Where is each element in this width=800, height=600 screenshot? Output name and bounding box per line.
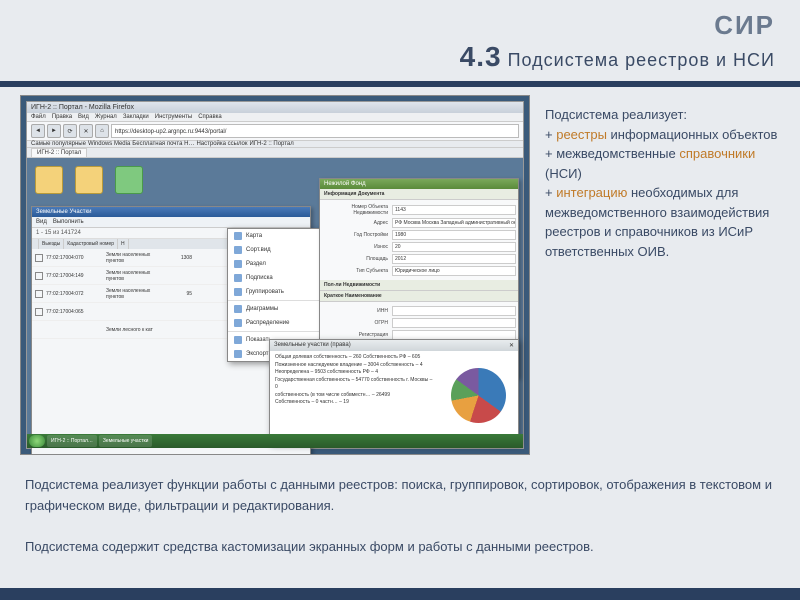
ctx-map[interactable]: Карта (228, 229, 326, 243)
close-icon[interactable]: ✕ (509, 342, 514, 349)
ctx-section[interactable]: Раздел (228, 257, 326, 271)
ctx-subscribe[interactable]: Подписка (228, 271, 326, 285)
form-section: Краткое Наименование (320, 291, 518, 302)
taskbar-item[interactable]: Земельные участки (99, 435, 153, 447)
bell-icon (234, 274, 242, 282)
form-field[interactable]: 1143 (392, 205, 516, 215)
window-title: ИГН-2 :: Портал - Mozilla Firefox (27, 102, 523, 113)
checkbox[interactable] (35, 290, 43, 298)
reload-button[interactable]: ⟳ (63, 124, 77, 138)
form-section: Информация Документа (320, 189, 518, 200)
side-text: Подсистема реализует: + реестры информац… (545, 95, 780, 455)
ctx-charts[interactable]: Диаграммы (228, 302, 326, 316)
footer-text: Подсистема реализует функции работы с да… (0, 455, 800, 578)
folder-icon[interactable] (35, 166, 63, 194)
group-icon (234, 288, 242, 296)
sort-icon (234, 246, 242, 254)
back-button[interactable]: ◄ (31, 124, 45, 138)
form-field[interactable]: 1980 (392, 230, 516, 240)
fwd-button[interactable]: ► (47, 124, 61, 138)
chart-title-bar: Земельные участки (права) ✕ (270, 340, 518, 351)
form-field[interactable]: Юридическое лицо (392, 266, 516, 276)
browser-window: ИГН-2 :: Портал - Mozilla Firefox Файл П… (26, 101, 524, 449)
desktop-icons (35, 166, 143, 194)
checkbox[interactable] (35, 272, 43, 280)
taskbar: ИГН-2 :: Портал… Земельные участки (27, 434, 523, 448)
eye-icon (234, 336, 242, 344)
form-field[interactable] (392, 318, 516, 328)
browser-nav: ◄ ► ⟳ ✕ ⌂ https://desktop-up2.argnpc.ru:… (27, 122, 523, 141)
form-field[interactable]: 20 (392, 242, 516, 252)
export-icon (234, 350, 242, 358)
section-title: 4.3 Подсистема реестров и НСИ (25, 41, 775, 73)
divider-bar (0, 81, 800, 87)
form-field[interactable]: 2012 (392, 254, 516, 264)
bottom-bar (0, 588, 800, 600)
tabs-bar: ИГН-2 :: Портал (27, 148, 523, 158)
active-tab[interactable]: ИГН-2 :: Портал (31, 148, 87, 157)
form-section: Пол-ли Недвижимости (320, 280, 518, 291)
folder-icon[interactable] (75, 166, 103, 194)
dist-icon (234, 319, 242, 327)
checkbox[interactable] (35, 308, 43, 316)
folder-icon[interactable] (115, 166, 143, 194)
map-icon (234, 232, 242, 240)
chart-legend: Общая долевая собственность – 260 Собств… (270, 351, 438, 439)
checkbox[interactable] (35, 254, 43, 262)
form-field[interactable]: РФ Москва Москва Западный административн… (392, 218, 516, 228)
list-window-title: Земельные Участки (32, 207, 310, 217)
url-bar[interactable]: https://desktop-up2.argnpc.ru:9443/porta… (111, 124, 519, 138)
ctx-distribution[interactable]: Распределение (228, 316, 326, 330)
ctx-group[interactable]: Группировать (228, 285, 326, 299)
bookmark-bar: Самые популярные Windows Media Бесплатна… (27, 141, 523, 148)
form-field[interactable] (392, 306, 516, 316)
stop-button[interactable]: ✕ (79, 124, 93, 138)
start-button[interactable] (29, 435, 45, 447)
section-icon (234, 260, 242, 268)
list-toolbar: Вид Выполнить (32, 217, 310, 228)
taskbar-item[interactable]: ИГН-2 :: Портал… (47, 435, 97, 447)
desktop-area: Земельные Участки Вид Выполнить 1 - 15 и… (27, 158, 523, 448)
pie-chart (438, 351, 518, 439)
browser-menu[interactable]: Файл Правка Вид Журнал Закладки Инструме… (27, 113, 523, 122)
chart-icon (234, 305, 242, 313)
screenshot-frame: ИГН-2 :: Портал - Mozilla Firefox Файл П… (20, 95, 530, 455)
view-button[interactable]: Вид (36, 219, 47, 225)
slide-header: СИР 4.3 Подсистема реестров и НСИ (0, 0, 800, 78)
form-title: Нежилой Фонд (320, 179, 518, 189)
chart-window: Земельные участки (права) ✕ Общая долева… (269, 339, 519, 444)
exec-button[interactable]: Выполнить (53, 219, 84, 225)
home-button[interactable]: ⌂ (95, 124, 109, 138)
ctx-sort[interactable]: Сорт.вид (228, 243, 326, 257)
sup-title: СИР (25, 10, 775, 41)
